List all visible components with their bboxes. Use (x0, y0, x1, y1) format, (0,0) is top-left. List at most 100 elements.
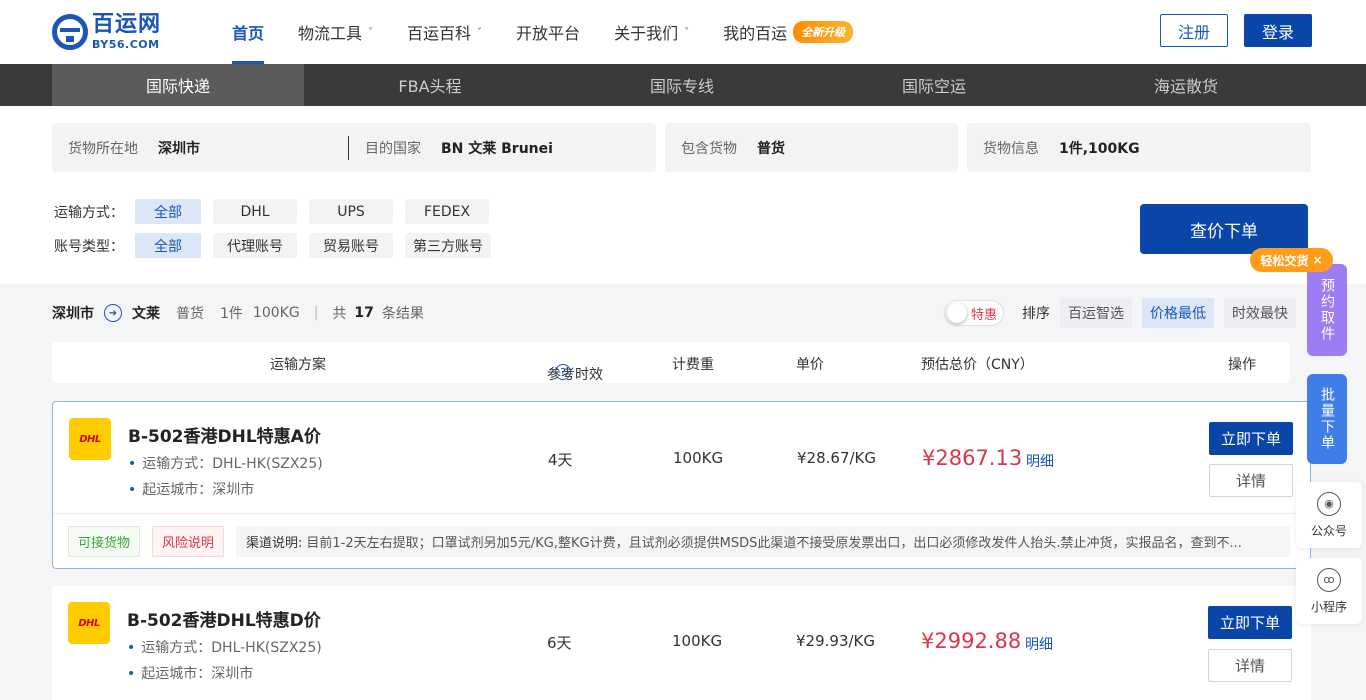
ship-chip-fedex[interactable]: FEDEX (405, 199, 489, 224)
price-breakdown-link[interactable]: 明细 (1025, 634, 1053, 654)
login-button[interactable]: 登录 (1244, 14, 1312, 47)
batch-order-button[interactable]: 批量下单 (1307, 374, 1347, 464)
register-button[interactable]: 注册 (1160, 14, 1228, 47)
cargo-info-field[interactable]: 货物信息 1件,100KG (967, 123, 1311, 172)
summary-from: 深圳市 (52, 306, 94, 322)
sort-bar: 特惠 排序 百运智选 价格最低 时效最快 (944, 298, 1296, 328)
route-divider (348, 135, 349, 160)
plan-method: • 运输方式：DHL-HK(SZX25) (127, 640, 322, 656)
chevron-down-icon: ˅ (477, 26, 483, 38)
plan-city: • 起运城市：深圳市 (128, 482, 255, 498)
query-order-button[interactable]: 查价下单 (1140, 204, 1308, 254)
logo-name: 百运网 (92, 12, 162, 37)
ship-chip-ups[interactable]: UPS (309, 199, 393, 224)
close-icon[interactable]: × (1312, 253, 1322, 267)
top-header: 百运网 BY56.COM 首页 物流工具 ˅ 百运百科 ˅ 开放平台 关于我们 ˅ 我… (0, 0, 1366, 64)
sort-fastest[interactable]: 时效最快 (1224, 298, 1296, 328)
card-footer: 可接货物 风险说明 渠道说明: 目前1-2天左右提取；口罩试剂另加5元/KG,整K… (53, 513, 1310, 568)
result-summary: 深圳市 ➜ 文莱 普货 1件 100KG | 共 17 条结果 (52, 300, 424, 326)
nav-my-account[interactable]: 我的百运 全新升级 (723, 0, 854, 64)
order-now-button[interactable]: 立即下单 (1208, 606, 1292, 639)
sort-smart[interactable]: 百运智选 (1060, 298, 1132, 328)
plan-unit-price: ¥28.67/KG (797, 449, 876, 467)
logo-mark-icon (52, 14, 88, 50)
search-panel: 货物所在地 深圳市 目的国家 BN 文莱 Brunei 包含货物 普货 货物信息… (0, 106, 1366, 284)
summary-total-prefix: 共 (332, 306, 347, 322)
acct-chip-agent[interactable]: 代理账号 (213, 233, 297, 258)
ship-chip-dhl[interactable]: DHL (213, 199, 297, 224)
origin-label: 货物所在地 (68, 140, 138, 157)
book-pickup-button[interactable]: 预约取件 (1307, 264, 1347, 356)
col-total: 预估总价（CNY） (921, 357, 1034, 373)
tab-sea-freight[interactable]: 海运散货 (1060, 64, 1312, 106)
acceptable-goods-tag[interactable]: 可接货物 (68, 526, 141, 557)
risk-notice-tag[interactable]: 风险说明 (152, 526, 225, 557)
tab-air-freight[interactable]: 国际空运 (808, 64, 1060, 106)
tab-fba[interactable]: FBA头程 (304, 64, 556, 106)
summary-to: 文莱 (132, 306, 160, 322)
nav-about-us[interactable]: 关于我们 ˅ (614, 0, 689, 64)
sort-label: 排序 (1022, 306, 1050, 322)
channel-note-label: 渠道说明: (246, 536, 303, 551)
plan-unit-price: ¥29.93/KG (796, 632, 875, 650)
acct-chip-all[interactable]: 全部 (135, 233, 201, 258)
goods-value: 普货 (757, 140, 785, 157)
summary-total-suffix: 条结果 (381, 306, 424, 322)
summary-count: 17 (354, 305, 374, 321)
ship-chip-all[interactable]: 全部 (135, 199, 201, 224)
wechat-official-account[interactable]: ◉ 公众号 (1296, 482, 1362, 548)
col-plan: 运输方案 (270, 357, 326, 373)
wechat-label: 公众号 (1310, 523, 1347, 538)
tab-intl-line[interactable]: 国际专线 (556, 64, 808, 106)
summary-qty: 1件 (220, 306, 243, 322)
route-field[interactable]: 货物所在地 深圳市 目的国家 BN 文莱 Brunei (52, 123, 656, 172)
order-now-button[interactable]: 立即下单 (1209, 422, 1293, 455)
cargo-info-label: 货物信息 (983, 140, 1039, 157)
wechat-icon: ◉ (1317, 491, 1341, 516)
results-column-header: 运输方案 参考时效? 计费重 单价 预估总价（CNY） 操作 (52, 342, 1290, 383)
summary-goods: 普货 (176, 306, 204, 322)
origin-value[interactable]: 深圳市 (158, 138, 200, 158)
plan-method: • 运输方式：DHL-HK(SZX25) (128, 456, 323, 472)
chevron-down-icon: ˅ (368, 26, 374, 38)
nav-encyclopedia[interactable]: 百运百科 ˅ (407, 0, 482, 64)
toggle-knob (947, 303, 967, 323)
summary-weight: 100KG (252, 305, 300, 321)
nav-logistics-tools[interactable]: 物流工具 ˅ (298, 0, 373, 64)
destination-label: 目的国家 (365, 140, 421, 157)
result-card[interactable]: DHL B-502香港DHL特惠A价 • 运输方式：DHL-HK(SZX25) •… (52, 401, 1311, 569)
nav-home[interactable]: 首页 (232, 0, 265, 64)
details-button[interactable]: 详情 (1208, 649, 1292, 682)
site-logo[interactable]: 百运网 BY56.COM (52, 12, 161, 52)
result-card[interactable]: DHL B-502香港DHL特惠D价 • 运输方式：DHL-HK(SZX25) •… (52, 586, 1311, 700)
goods-label: 包含货物 (681, 140, 737, 157)
chevron-down-icon: ˅ (684, 26, 690, 38)
plan-title: B-502香港DHL特惠A价 (128, 427, 321, 447)
easy-delivery-tag[interactable]: 轻松交货 × (1250, 248, 1333, 272)
col-weight: 计费重 (672, 357, 714, 373)
destination-value[interactable]: BN 文莱 Brunei (441, 138, 553, 158)
service-tabbar: 国际快递 FBA头程 国际专线 国际空运 海运散货 (0, 64, 1366, 106)
mini-program[interactable]: ꝏ 小程序 (1296, 558, 1362, 624)
tab-intl-express[interactable]: 国际快递 (52, 64, 304, 106)
goods-field[interactable]: 包含货物 普货 (665, 123, 958, 172)
nav-open-platform[interactable]: 开放平台 (516, 0, 580, 64)
upgrade-badge: 全新升级 (793, 21, 854, 43)
channel-note-text: 目前1-2天左右提取；口罩试剂另加5元/KG,整KG计费，且试剂必须提供MSDS… (306, 536, 1242, 551)
special-offer-toggle[interactable]: 特惠 (944, 300, 1004, 326)
plan-total-price: ¥2992.88 (921, 629, 1022, 653)
channel-note: 渠道说明: 目前1-2天左右提取；口罩试剂另加5元/KG,整KG计费，且试剂必须提… (236, 526, 1290, 557)
acct-chip-trade[interactable]: 贸易账号 (309, 233, 393, 258)
main-nav: 首页 物流工具 ˅ 百运百科 ˅ 开放平台 关于我们 ˅ 我的百运 全新升级 (232, 0, 887, 64)
price-breakdown-link[interactable]: 明细 (1026, 451, 1054, 471)
bullet-icon: • (127, 640, 136, 656)
acct-chip-third-party[interactable]: 第三方账号 (405, 233, 491, 258)
plan-city: • 起运城市：深圳市 (127, 666, 254, 682)
sort-lowest-price[interactable]: 价格最低 (1142, 298, 1214, 328)
details-button[interactable]: 详情 (1209, 464, 1293, 497)
shipping-method-label: 运输方式： (54, 204, 124, 221)
help-icon[interactable]: ? (555, 364, 571, 380)
plan-time: 6天 (547, 634, 572, 652)
arrow-right-icon: ➜ (104, 304, 122, 322)
dhl-logo-icon: DHL (68, 602, 110, 644)
